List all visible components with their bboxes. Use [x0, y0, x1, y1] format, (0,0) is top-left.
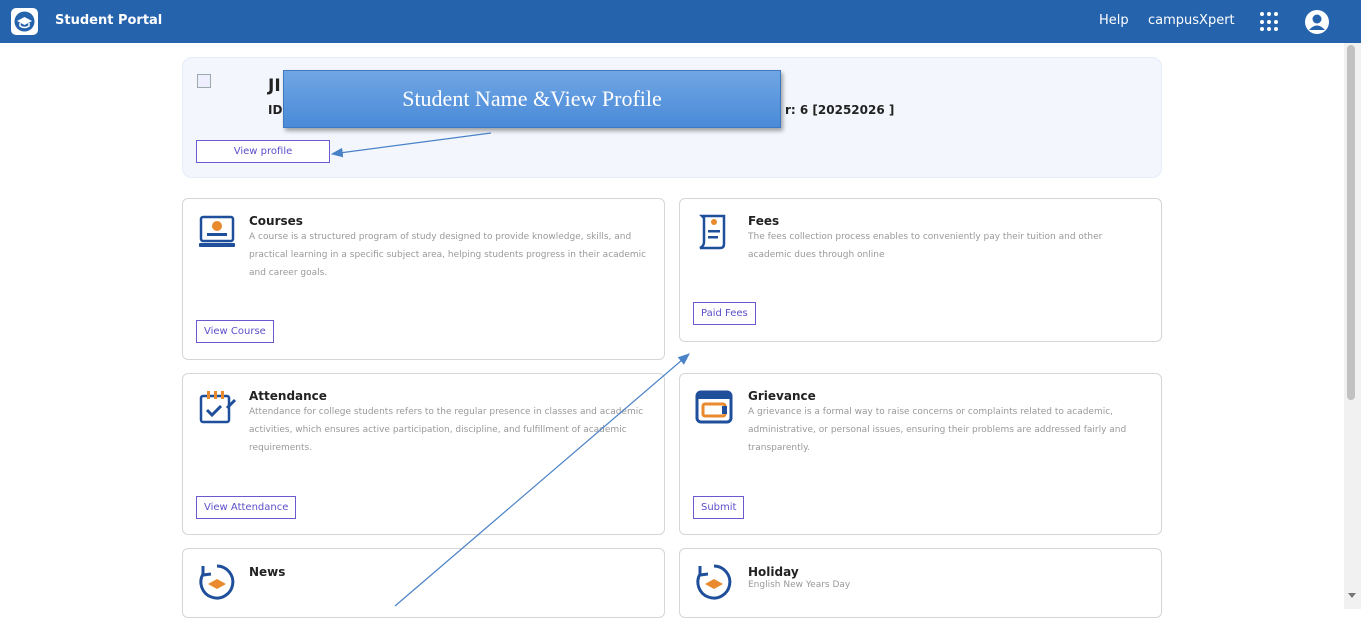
courses-title: Courses [249, 214, 303, 228]
courses-description: A course is a structured program of stud… [249, 232, 647, 278]
graduation-cap-icon[interactable] [11, 8, 38, 35]
grievance-icon [695, 390, 733, 424]
news-card [182, 548, 665, 618]
view-attendance-button[interactable]: View Attendance [196, 496, 297, 519]
holiday-icon [696, 564, 732, 600]
attendance-icon [199, 391, 237, 424]
attendance-title: Attendance [249, 389, 327, 403]
profile-photo [197, 74, 211, 88]
help-link[interactable]: Help [1099, 13, 1129, 28]
fees-title: Fees [748, 214, 780, 228]
fees-description: The fees collection process enables to c… [748, 232, 1103, 260]
student-name: JI [268, 76, 281, 96]
top-navbar: Student Portal Help campusXpert [0, 0, 1361, 43]
annotation-callout: Student Name &View Profile [283, 70, 781, 128]
semester-year: r: 6 [20252026 ] [785, 103, 895, 117]
attendance-description: Attendance for college students refers t… [249, 407, 644, 453]
user-avatar-icon[interactable] [1305, 10, 1329, 34]
news-title: News [249, 565, 286, 579]
submit-grievance-button[interactable]: Submit [693, 496, 745, 519]
courses-icon [199, 215, 235, 247]
grievance-title: Grievance [748, 389, 816, 403]
apps-grid-icon[interactable] [1260, 12, 1280, 32]
grievance-description: A grievance is a formal way to raise con… [748, 407, 1127, 453]
view-course-button[interactable]: View Course [196, 320, 274, 343]
view-profile-button[interactable]: View profile [196, 140, 330, 163]
holiday-description: English New Years Day [748, 580, 851, 590]
scrollbar-thumb[interactable] [1347, 45, 1355, 400]
holiday-title: Holiday [748, 565, 799, 579]
paid-fees-button[interactable]: Paid Fees [693, 302, 756, 325]
fees-scroll-icon [698, 214, 726, 250]
scroll-down-arrow-icon[interactable] [1348, 593, 1356, 598]
app-title[interactable]: Student Portal [55, 13, 162, 28]
news-icon [199, 564, 235, 600]
campusxpert-link[interactable]: campusXpert [1148, 13, 1235, 28]
